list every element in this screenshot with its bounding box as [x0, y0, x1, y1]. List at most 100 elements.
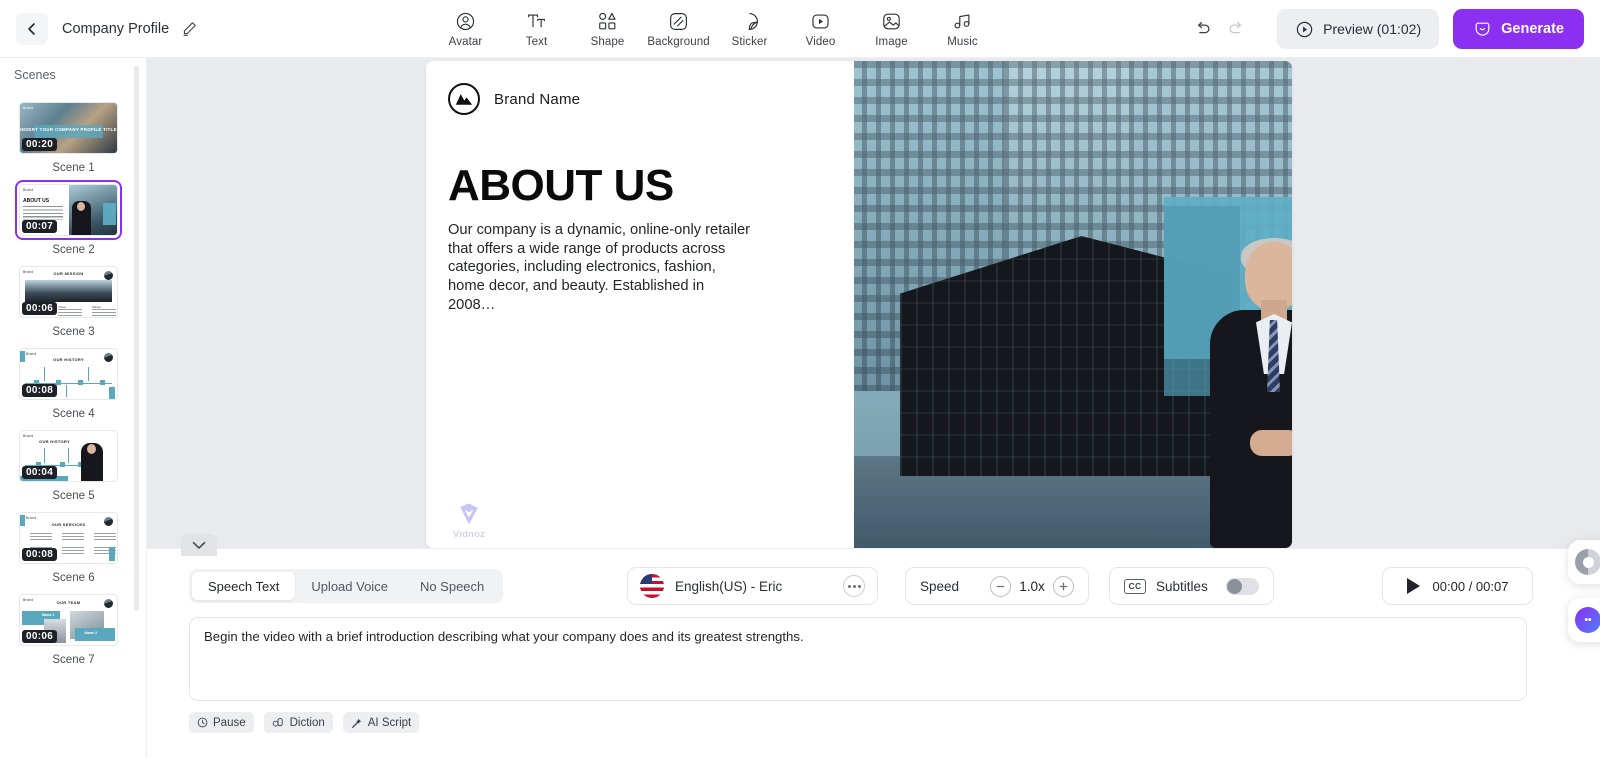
avatar-presenter[interactable] — [1198, 238, 1292, 548]
tool-label: Sticker — [731, 36, 768, 48]
chat-support-icon: •• — [1575, 607, 1600, 633]
thumb-avatar-icon — [103, 598, 114, 609]
subtitles-toggle[interactable] — [1226, 577, 1259, 595]
tool-label: Avatar — [448, 36, 483, 48]
cc-icon: CC — [1124, 578, 1146, 594]
scene-duration: 00:04 — [22, 466, 58, 479]
speed-increase-button[interactable] — [1053, 575, 1074, 597]
play-circle-icon — [1296, 21, 1313, 37]
scene-thumbnail: Brand ABOUT US 00:07 — [19, 184, 118, 236]
scene-thumbnail-wrap[interactable]: Brand ABOUT US 00:07 — [15, 180, 122, 240]
tool-label: Music — [947, 36, 978, 48]
watermark-label: Vidnoz — [452, 529, 486, 540]
undo-button[interactable] — [1185, 12, 1219, 46]
scene-thumbnail-wrap[interactable]: Brand OUR SERVICES 00:08 — [15, 508, 122, 568]
scene-label: Scene 6 — [52, 572, 95, 584]
subtitles-label: Subtitles — [1156, 578, 1208, 594]
floating-chat-widget[interactable]: •• — [1568, 598, 1600, 642]
scene-duration: 00:06 — [22, 630, 58, 643]
tool-sticker[interactable]: Sticker — [714, 0, 785, 58]
diction-icon — [272, 718, 283, 727]
canvas-area: Brand Name ABOUT US Our company is a dyn… — [147, 58, 1600, 548]
tool-video[interactable]: Video — [785, 0, 856, 58]
playback-time: 00:00 / 00:07 — [1432, 578, 1509, 594]
scene-item-3[interactable]: Brand OUR MISSION Mission Vision Values … — [10, 256, 137, 338]
diction-label: Diction — [289, 716, 325, 729]
tool-background[interactable]: Background — [643, 0, 714, 58]
scene-label: Scene 5 — [52, 490, 95, 502]
thumb-title: OUR HISTORY — [39, 439, 70, 444]
tool-label: Image — [875, 36, 908, 48]
avatar-icon — [455, 10, 476, 32]
slide-body-text[interactable]: Our company is a dynamic, online-only re… — [448, 221, 753, 314]
ai-script-button[interactable]: AI Script — [342, 712, 420, 733]
play-icon[interactable] — [1406, 578, 1420, 594]
tool-label: Shape — [590, 36, 625, 48]
scene-item-6[interactable]: Brand OUR SERVICES 00:08 Scene 6 — [10, 502, 137, 584]
pause-button[interactable]: Pause — [189, 712, 254, 733]
tab-speech-text[interactable]: Speech Text — [192, 572, 296, 600]
tool-shape[interactable]: Shape — [572, 0, 643, 58]
tool-label: Video — [805, 36, 836, 48]
preview-label: Preview (01:02) — [1323, 21, 1422, 37]
scene-label: Scene 7 — [52, 654, 95, 666]
speed-decrease-button[interactable] — [990, 575, 1011, 597]
slide-preview[interactable]: Brand Name ABOUT US Our company is a dyn… — [426, 61, 1292, 548]
voice-selector[interactable]: English(US) - Eric — [627, 567, 878, 605]
generate-icon — [1475, 22, 1490, 36]
app-root: Company Profile Avatar Text Shape Backgr… — [0, 0, 1600, 758]
scene-thumbnail-wrap[interactable]: Brand OUR TEAM Name 1 Name 2 00:06 — [15, 590, 122, 650]
redo-icon — [1229, 21, 1241, 33]
preview-button[interactable]: Preview (01:02) — [1277, 9, 1440, 49]
scene-thumbnail: Brand OUR TEAM Name 1 Name 2 00:06 — [19, 594, 118, 646]
scene-thumbnail-wrap[interactable]: Brand OUR HISTORY 00:04 — [15, 426, 122, 486]
scene-duration: 00:07 — [22, 220, 58, 233]
help-circle-icon — [1575, 549, 1600, 575]
tool-music[interactable]: Music — [927, 0, 998, 58]
scene-item-5[interactable]: Brand OUR HISTORY 00:04 Scene 5 — [10, 420, 137, 502]
scene-list[interactable]: Brand INSERT YOUR COMPANY PROFILE TITLE … — [0, 92, 146, 758]
scene-label: Scene 3 — [52, 326, 95, 338]
thumb-avatar-icon — [103, 516, 114, 527]
scene-thumbnail-wrap[interactable]: Brand OUR MISSION Mission Vision Values … — [15, 262, 122, 322]
scene-thumbnail-wrap[interactable]: Brand INSERT YOUR COMPANY PROFILE TITLE … — [15, 98, 122, 158]
scene-thumbnail: Brand OUR MISSION Mission Vision Values … — [19, 266, 118, 318]
generate-button[interactable]: Generate — [1453, 9, 1584, 49]
scenes-scrollbar[interactable] — [134, 66, 139, 611]
collapse-panel-button[interactable] — [181, 534, 217, 556]
redo-button[interactable] — [1219, 12, 1253, 46]
speed-value: 1.0x — [1019, 578, 1045, 594]
tool-image[interactable]: Image — [856, 0, 927, 58]
tool-group: Avatar Text Shape Background Sticker Vid… — [430, 0, 998, 58]
tool-text[interactable]: Text — [501, 0, 572, 58]
scene-duration: 00:08 — [22, 384, 58, 397]
us-flag-icon — [640, 574, 664, 598]
scene-item-7[interactable]: Brand OUR TEAM Name 1 Name 2 00:06 Scene… — [10, 584, 137, 666]
speed-control: Speed 1.0x — [905, 567, 1089, 605]
scene-item-2[interactable]: Brand ABOUT US 00:07 Scene 2 — [10, 174, 137, 256]
tool-label: Background — [647, 36, 710, 48]
scene-duration: 00:06 — [22, 302, 58, 315]
pause-label: Pause — [213, 716, 246, 729]
diction-button[interactable]: Diction — [263, 712, 333, 733]
speech-mode-tabs: Speech Text Upload Voice No Speech — [189, 569, 504, 603]
scene-thumbnail-wrap[interactable]: Brand OUR HISTORY 00:08 — [15, 344, 122, 404]
mountain-logo-icon — [448, 83, 480, 115]
chevron-left-icon — [28, 22, 35, 35]
slide-brand[interactable]: Brand Name — [448, 83, 580, 115]
shape-icon — [597, 10, 618, 32]
edit-title-button[interactable] — [181, 20, 198, 37]
slide-title[interactable]: ABOUT US — [448, 161, 674, 211]
undo-icon — [1197, 21, 1210, 33]
clock-icon — [197, 717, 208, 728]
tab-upload-voice[interactable]: Upload Voice — [295, 572, 404, 600]
scene-item-1[interactable]: Brand INSERT YOUR COMPANY PROFILE TITLE … — [10, 92, 137, 174]
script-input[interactable]: Begin the video with a brief introductio… — [189, 617, 1527, 701]
more-options-icon[interactable] — [843, 575, 865, 597]
tool-avatar[interactable]: Avatar — [430, 0, 501, 58]
scene-item-4[interactable]: Brand OUR HISTORY 00:08 Scene 4 — [10, 338, 137, 420]
watermark: Vidnoz — [448, 500, 490, 540]
floating-help-widget[interactable] — [1568, 540, 1600, 584]
back-button[interactable] — [16, 12, 48, 45]
tab-no-speech[interactable]: No Speech — [404, 572, 500, 600]
